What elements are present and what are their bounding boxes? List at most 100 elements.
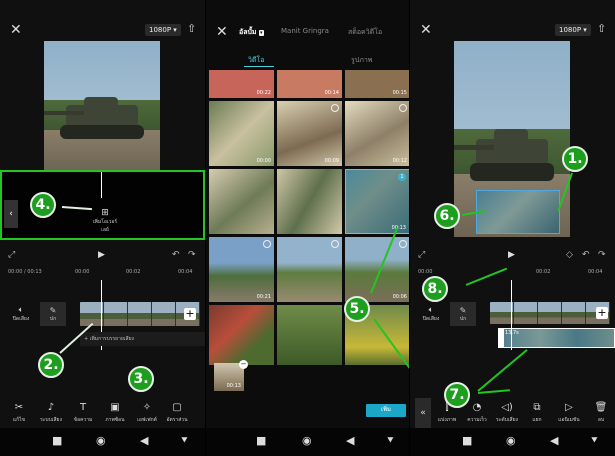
time-readout: 00:00 [418,269,433,275]
annotation-badge: 3. [128,366,154,392]
overlay-clip-track[interactable]: 13.7s [502,328,615,348]
toolbar-volume[interactable]: ◁) ระดับเสียง [492,402,522,424]
selected-count-badge[interactable]: 1 [398,173,406,181]
export-icon[interactable]: ⇧ [187,22,196,35]
media-thumbnail[interactable]: 00:00 [209,101,274,166]
toolbar-edit[interactable]: ✂ แก้ไข [4,402,34,424]
close-icon[interactable]: ✕ [10,23,22,37]
recents-icon[interactable]: ■ [256,435,266,446]
redo-icon[interactable]: ↷ [598,250,606,260]
resolution-label: 1080P [149,26,172,34]
media-thumbnail[interactable] [277,237,342,302]
toolbar-overlay[interactable]: ▣ ภาพซ้อน [100,402,130,424]
chevron-down-icon: ▾ [259,30,264,36]
main-video-clip[interactable] [490,302,610,324]
media-thumbnail[interactable] [209,169,274,234]
media-thumbnail[interactable]: 00:15 [345,70,409,98]
media-thumbnail[interactable]: 00:12 [345,101,409,166]
video-preview [44,41,160,172]
media-thumbnail[interactable]: 00:06 [345,237,409,302]
fullscreen-icon[interactable]: ⤢ [8,250,15,260]
mute-label: ปิดเสียง [422,316,440,322]
mute-button[interactable]: 🔈︎ ปิดเสียง [10,305,32,323]
recents-icon[interactable]: ■ [52,435,62,446]
speaker-icon: 🔈︎ [428,305,434,314]
undo-icon[interactable]: ↶ [582,250,590,260]
back-chevron-icon[interactable]: ‹ [4,200,18,228]
toolbar-delete[interactable]: 🗑︎ ลบ [586,402,615,424]
speaker-icon: 🔈︎ [18,305,24,314]
select-circle[interactable] [263,240,271,248]
media-thumbnail[interactable]: 00:21 [209,237,274,302]
add-overlay-label: เพิ่มโอเวอร์เลย์ [92,219,118,233]
tick-label: 00:02 [536,269,551,275]
overlay-video-layer[interactable] [476,190,560,234]
select-circle[interactable] [399,104,407,112]
home-icon[interactable]: ◉ [302,435,312,446]
media-thumbnail[interactable]: 00:09 [277,101,342,166]
add-box-icon: ⊞ [101,208,109,218]
close-icon[interactable]: ✕ [216,25,228,39]
recents-icon[interactable]: ■ [462,435,472,446]
editor-panel-left: ✕ 1080P ▾ ⇧ ‹ ⊞ เพิ่มโอเวอร์เลย์ ⤢ ▶ ↶ ↷… [0,0,205,456]
toolbar-ratio[interactable]: ▢ อัตราส่วน [162,402,192,424]
music-note-icon: ♪ [47,402,55,413]
media-thumbnail[interactable]: 00:22 [209,70,274,98]
toolbar-animation[interactable]: ▷ แอนิเมชัน [554,402,584,424]
cover-button[interactable]: ✎ ปก [450,302,476,326]
down-icon[interactable]: ⯆ [590,435,599,446]
media-thumbnail-selected[interactable]: 1 00:13 [345,169,409,234]
add-clip-button[interactable]: + [596,307,608,319]
trim-handle-left[interactable] [498,328,504,348]
play-icon[interactable]: ▶ [98,250,105,260]
select-circle[interactable] [399,240,407,248]
media-thumbnail[interactable] [209,305,274,365]
fullscreen-icon[interactable]: ⤢ [418,250,425,260]
home-icon[interactable]: ◉ [506,435,516,446]
toolbar-text[interactable]: T ข้อความ [68,402,98,424]
redo-icon[interactable]: ↷ [188,250,196,260]
toolbar-audio[interactable]: ♪ ระบบเสียง [36,402,66,424]
add-audio-button[interactable]: + เพิ่มการบรรยายเสียง [80,332,205,346]
mute-button[interactable]: 🔈︎ ปิดเสียง [420,305,442,323]
close-icon[interactable]: ✕ [420,23,432,37]
toolbar-speed[interactable]: ◔ ความเร็ว [462,402,492,424]
down-icon[interactable]: ⯆ [386,435,395,446]
tick-label: 00:04 [588,269,603,275]
down-icon[interactable]: ⯆ [180,435,189,446]
export-icon[interactable]: ⇧ [597,22,606,35]
play-icon[interactable]: ▶ [508,250,515,260]
remove-icon[interactable]: − [239,360,248,369]
toolbar-effects[interactable]: ✧ เอฟเฟกต์ [132,402,162,424]
media-thumbnail[interactable]: 00:14 [277,70,342,98]
undo-icon[interactable]: ↶ [172,250,180,260]
back-icon[interactable]: ◀ [140,435,148,446]
select-circle[interactable] [331,104,339,112]
confirm-add-button[interactable]: เพิ่ม [366,404,406,417]
tab-album[interactable]: อัลบั้ม ▾ [239,27,264,38]
keyframe-icon[interactable]: ◇ [566,250,573,260]
add-overlay-button[interactable]: ⊞ เพิ่มโอเวอร์เลย์ [90,208,120,234]
cover-label: ปก [49,316,57,322]
tab-account[interactable]: Manit Gringra [281,27,329,35]
tab-stock-video[interactable]: สต็อควิดีโอ [348,27,382,38]
home-icon[interactable]: ◉ [96,435,106,446]
add-clip-button[interactable]: + [184,308,196,320]
media-thumbnail[interactable] [277,305,342,365]
system-nav-bar: ■ ◉ ◀ ⯆ [410,428,615,456]
select-circle[interactable] [331,240,339,248]
resolution-button[interactable]: 1080P ▾ [555,24,591,36]
toolbar-separate[interactable]: ⧉ แยก [522,402,552,424]
back-icon[interactable]: ◀ [550,435,558,446]
system-nav-bar: ■ ◉ ◀ ⯆ [0,428,205,456]
main-video-clip[interactable] [80,302,200,326]
tab-video[interactable]: วิดีโอ [248,55,264,66]
tab-photo[interactable]: รูปภาพ [351,55,372,66]
media-thumbnail[interactable] [277,169,342,234]
screenshot-root: ✕ 1080P ▾ ⇧ ‹ ⊞ เพิ่มโอเวอร์เลย์ ⤢ ▶ ↶ ↷… [0,0,615,456]
cover-label: ปก [459,316,467,322]
back-icon[interactable]: ◀ [346,435,354,446]
collapse-chevron-icon[interactable]: « [415,398,431,428]
resolution-button[interactable]: 1080P ▾ [145,24,181,36]
cover-button[interactable]: ✎ ปก [40,302,66,326]
